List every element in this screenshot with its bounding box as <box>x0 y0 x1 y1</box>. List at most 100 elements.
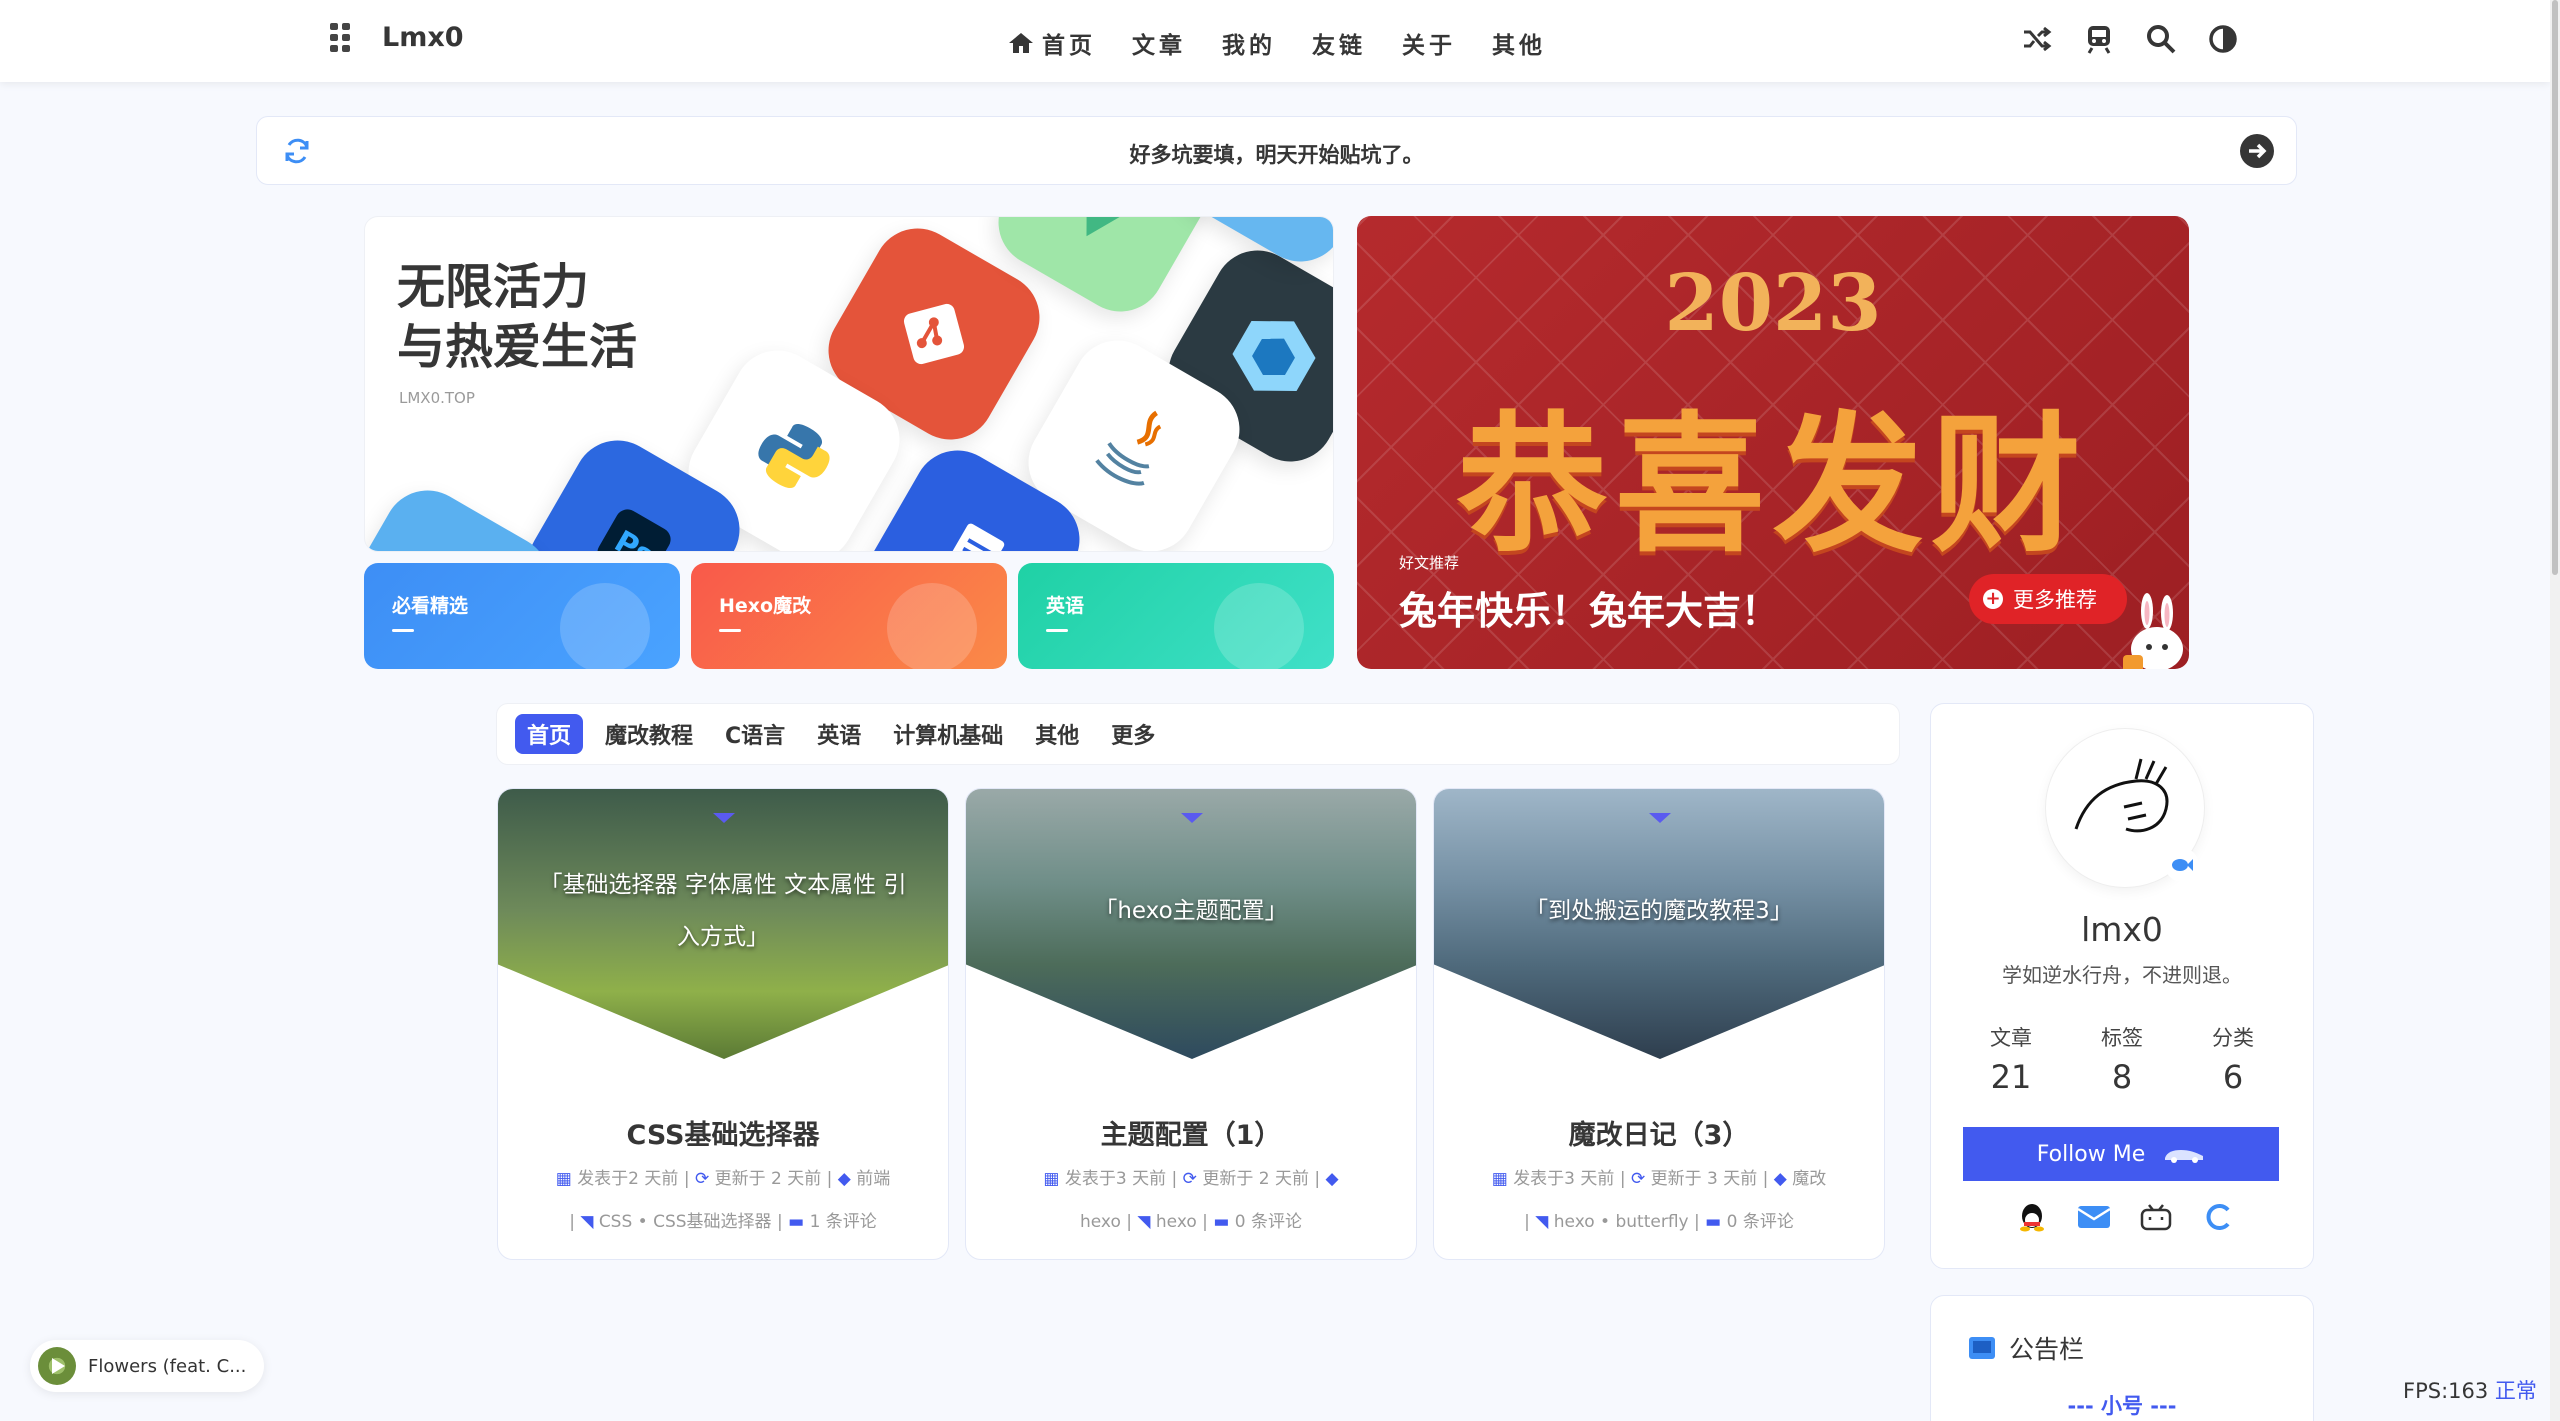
announcement-title: 公告栏 <box>2009 1335 2085 1364</box>
nav-item-links[interactable]: 友链 <box>1312 26 1366 60</box>
darkmode-icon[interactable] <box>2206 22 2240 56</box>
fps-value: FPS:163 <box>2403 1379 2489 1403</box>
post-tag[interactable]: butterfly <box>1615 1212 1688 1232</box>
tab-more[interactable]: 更多 <box>1111 718 1155 750</box>
category-card-hexo[interactable]: Hexo魔改 <box>691 563 1007 669</box>
navbar: Lmx0 首页 文章 我的 友链 关于 其他 <box>0 0 2550 82</box>
post-comments[interactable]: 0 条评论 <box>1727 1212 1794 1232</box>
nav-item-home[interactable]: 首页 <box>1008 26 1096 60</box>
refresh-icon: ⟳ <box>1630 1169 1646 1189</box>
announcement-header: 公告栏 <box>1967 1330 2084 1366</box>
tab-c-language[interactable]: C语言 <box>725 718 785 750</box>
post-card[interactable]: 「hexo主题配置」 主题配置（1） ▦ 发表于3 天前 | ⟳ 更新于 2 天… <box>965 788 1417 1260</box>
post-comments[interactable]: 1 条评论 <box>810 1212 877 1232</box>
random-icon[interactable] <box>2020 22 2054 56</box>
fish-icon <box>2165 848 2199 882</box>
cube-icon: ◆ <box>1325 1169 1339 1189</box>
post-tag[interactable]: CSS <box>599 1212 632 1232</box>
post-card[interactable]: 「基础选择器 字体属性 文本属性 引入方式」 CSS基础选择器 ▦ 发表于2 天… <box>497 788 949 1260</box>
post-category[interactable]: 魔改 <box>1792 1169 1826 1189</box>
tab-cs-basics[interactable]: 计算机基础 <box>893 718 1003 750</box>
tab-mod-tutorial[interactable]: 魔改教程 <box>605 718 693 750</box>
tab-english[interactable]: 英语 <box>817 718 861 750</box>
nav-item-other[interactable]: 其他 <box>1492 26 1546 60</box>
category-dash <box>719 629 741 632</box>
csdn-icon[interactable] <box>2201 1200 2235 1234</box>
author-card: lmx0 学如逆水行舟，不进则退。 文章 21 标签 8 分类 6 Follow… <box>1930 703 2314 1269</box>
mail-icon[interactable] <box>2077 1200 2111 1234</box>
category-label: 必看精选 <box>392 595 469 617</box>
stat-value: 21 <box>1990 1058 2032 1096</box>
post-title[interactable]: 魔改日记（3） <box>1434 1113 1884 1152</box>
fps-monitor: FPS:163 正常 <box>2403 1375 2537 1405</box>
site-brand[interactable]: Lmx0 <box>382 22 464 53</box>
tab-home[interactable]: 首页 <box>515 714 584 754</box>
nav-item-mine[interactable]: 我的 <box>1222 26 1276 60</box>
post-tag[interactable]: hexo <box>1554 1212 1595 1232</box>
train-icon[interactable] <box>2082 22 2116 56</box>
calendar-icon: ▦ <box>1491 1169 1508 1189</box>
category-card-featured[interactable]: 必看精选 <box>364 563 680 669</box>
fps-status: 正常 <box>2494 1379 2537 1403</box>
post-published: 发表于3 天前 <box>1513 1169 1615 1189</box>
bilibili-icon[interactable] <box>2139 1200 2173 1234</box>
stat-articles[interactable]: 文章 21 <box>1971 1022 2051 1096</box>
tag-icon: ◥ <box>1535 1212 1549 1232</box>
more-recommend-label: 更多推荐 <box>2013 588 2097 612</box>
post-tag[interactable]: hexo <box>1156 1212 1197 1232</box>
post-title[interactable]: 主题配置（1） <box>966 1113 1416 1152</box>
nav-left: Lmx0 <box>330 22 464 53</box>
rabbit-icon <box>2123 593 2183 669</box>
calendar-icon: ▦ <box>555 1169 572 1189</box>
post-card[interactable]: 「到处搬运的魔改教程3」 魔改日记（3） ▦ 发表于3 天前 | ⟳ 更新于 3… <box>1433 788 1885 1260</box>
bulletin-bar[interactable]: 好多坑要填，明天开始贴坑了。 <box>256 116 2297 185</box>
post-meta-line2: | ◥ hexo • butterfly | ▬ 0 条评论 <box>1524 1212 1794 1232</box>
nav-label-other: 其他 <box>1492 33 1546 59</box>
category-label: Hexo魔改 <box>719 595 812 617</box>
qq-icon[interactable] <box>2015 1200 2049 1234</box>
hero-title: 无限活力 与热爱生活 <box>397 257 637 377</box>
music-player[interactable]: Flowers (feat. C... <box>30 1340 264 1392</box>
comment-icon: ▬ <box>788 1212 805 1232</box>
more-recommend-button[interactable]: + 更多推荐 <box>1969 574 2127 624</box>
hero-subtitle: LMX0.TOP <box>399 389 475 407</box>
category-tabs: 首页 魔改教程 C语言 英语 计算机基础 其他 更多 <box>496 703 1900 765</box>
scrollbar-thumb[interactable] <box>2552 0 2558 575</box>
hero-banner-left: 无限活力 与热爱生活 LMX0.TOP Ps <box>364 216 1334 552</box>
song-title: Flowers (feat. C... <box>88 1355 247 1377</box>
nav-label-articles: 文章 <box>1132 33 1186 59</box>
nav-item-about[interactable]: 关于 <box>1402 26 1456 60</box>
category-dash <box>1046 629 1068 632</box>
post-cover-text: 「hexo主题配置」 <box>1094 898 1288 924</box>
plus-icon: + <box>1983 589 2003 609</box>
nav-item-articles[interactable]: 文章 <box>1132 26 1186 60</box>
post-meta-line1: ▦ 发表于2 天前 | ⟳ 更新于 2 天前 | ◆ 前端 <box>555 1169 891 1189</box>
tab-other[interactable]: 其他 <box>1035 718 1079 750</box>
hero-title-line1: 无限活力 <box>397 259 590 315</box>
hero-banner-right[interactable]: 2023 恭喜发财 好文推荐 兔年快乐！兔年大吉！ + 更多推荐 <box>1357 216 2189 669</box>
post-tag[interactable]: CSS基础选择器 <box>653 1212 771 1232</box>
bullhorn-icon <box>1969 1337 1995 1359</box>
search-icon[interactable] <box>2144 22 2178 56</box>
post-category[interactable]: hexo <box>1080 1212 1121 1232</box>
category-card-english[interactable]: 英语 <box>1018 563 1334 669</box>
banner-blessing: 恭喜发财 <box>1456 399 2089 573</box>
cube-icon: ◆ <box>1773 1169 1787 1189</box>
comment-icon: ▬ <box>1213 1212 1230 1232</box>
category-dash <box>392 629 414 632</box>
menu-grid-icon[interactable] <box>330 23 350 52</box>
arrow-right-icon[interactable] <box>2240 134 2274 168</box>
refresh-icon: ⟳ <box>694 1169 710 1189</box>
post-category[interactable]: 前端 <box>856 1169 890 1189</box>
post-title[interactable]: CSS基础选择器 <box>498 1113 948 1152</box>
stat-tags[interactable]: 标签 8 <box>2082 1022 2162 1096</box>
post-published: 发表于3 天前 <box>1064 1169 1167 1189</box>
post-comments[interactable]: 0 条评论 <box>1235 1212 1302 1232</box>
stat-categories[interactable]: 分类 6 <box>2193 1022 2273 1096</box>
scrollbar[interactable] <box>2550 0 2560 1421</box>
follow-me-button[interactable]: Follow Me <box>1963 1127 2279 1181</box>
announcement-subtitle: --- 小号 --- <box>2067 1394 2177 1418</box>
recommend-title[interactable]: 兔年快乐！兔年大吉！ <box>1399 580 1779 635</box>
play-icon[interactable] <box>38 1347 76 1385</box>
nav-label-home: 首页 <box>1042 33 1096 59</box>
